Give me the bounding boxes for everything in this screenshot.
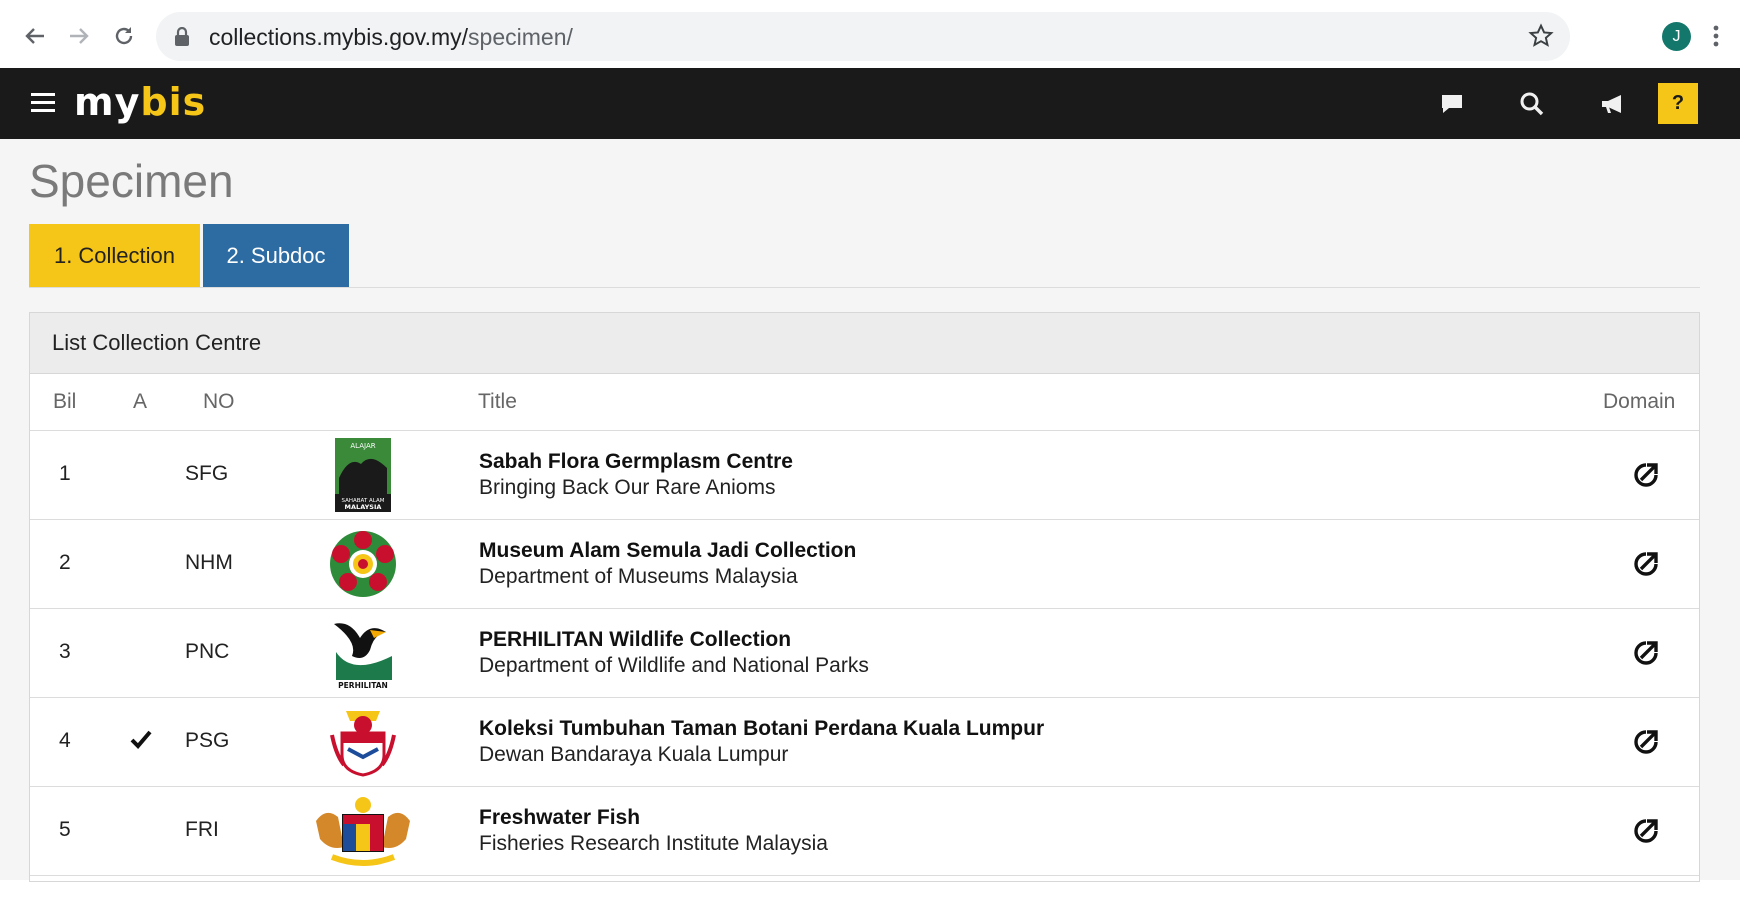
check-icon bbox=[130, 730, 152, 749]
row-subtitle: Dewan Bandaraya Kuala Lumpur bbox=[479, 743, 789, 766]
profile-avatar[interactable]: J bbox=[1662, 22, 1691, 51]
app-header: mybis ? bbox=[0, 68, 1740, 139]
logo-text: PERHILITAN bbox=[338, 681, 388, 690]
table-row[interactable]: 5 FRI Freshwater Fish Fisheries Research… bbox=[30, 787, 1699, 876]
url-text: collections.mybis.gov.my/specimen/ bbox=[209, 24, 573, 50]
collection-panel: List Collection Centre Bil A NO Title Do… bbox=[29, 312, 1700, 882]
open-domain-icon[interactable] bbox=[1630, 637, 1662, 669]
help-button[interactable]: ? bbox=[1658, 83, 1698, 124]
search-button[interactable] bbox=[1516, 88, 1548, 120]
perhilitan-logo: PERHILITAN bbox=[308, 614, 418, 692]
jabatan-muzium-logo bbox=[308, 525, 418, 603]
tab-bar: 1. Collection 2. Subdoc bbox=[29, 224, 1700, 288]
row-bil: 5 bbox=[59, 818, 71, 841]
table-row[interactable]: 2 NHM Museum Alam Semula Jadi Collection… bbox=[30, 520, 1699, 609]
table-row[interactable]: 3 PNC PERHILITAN PERHILITAN Wildlife Col… bbox=[30, 609, 1699, 698]
megaphone-icon bbox=[1602, 95, 1621, 113]
row-title: Koleksi Tumbuhan Taman Botani Perdana Ku… bbox=[479, 717, 1045, 740]
row-code: NHM bbox=[185, 551, 233, 574]
browser-chrome: collections.mybis.gov.my/specimen/ J bbox=[0, 0, 1740, 68]
table-header: Bil A NO Title Domain bbox=[30, 374, 1699, 431]
mybis-logo[interactable]: mybis bbox=[74, 80, 206, 124]
row-code: PSG bbox=[185, 729, 230, 752]
tab-subdoc[interactable]: 2. Subdoc bbox=[203, 224, 349, 287]
dbkl-crest-logo bbox=[308, 703, 418, 781]
table-row[interactable]: 4 PSG Koleksi Tumbuhan Taman Botani Perd… bbox=[30, 698, 1699, 787]
arrow-left-icon bbox=[25, 28, 44, 44]
sahabat-alam-malaysia-logo: ALAJAR SAHABAT ALAM MALAYSIA bbox=[308, 436, 418, 514]
column-header-title: Title bbox=[478, 390, 517, 413]
row-subtitle: Department of Wildlife and National Park… bbox=[479, 654, 869, 677]
malaysia-coat-of-arms-logo bbox=[308, 792, 418, 870]
column-header-no: NO bbox=[203, 390, 235, 413]
row-bil: 1 bbox=[59, 462, 71, 485]
address-bar[interactable]: collections.mybis.gov.my/specimen/ bbox=[156, 12, 1570, 61]
row-bil: 4 bbox=[59, 729, 71, 752]
row-code: SFG bbox=[185, 462, 229, 485]
column-header-bil: Bil bbox=[53, 390, 77, 413]
search-icon bbox=[1520, 92, 1544, 116]
logo-text: ALAJAR bbox=[350, 442, 375, 450]
row-subtitle: Fisheries Research Institute Malaysia bbox=[479, 832, 828, 855]
back-button[interactable] bbox=[17, 18, 53, 54]
table-row[interactable]: 1 SFG ALAJAR SAHABAT ALAM MALAYSIA Sabah… bbox=[30, 431, 1699, 520]
menu-icon[interactable] bbox=[31, 93, 55, 113]
row-code: FRI bbox=[185, 818, 219, 841]
column-header-domain: Domain bbox=[1603, 390, 1676, 413]
chat-button[interactable] bbox=[1436, 88, 1468, 120]
forward-button[interactable] bbox=[61, 18, 97, 54]
column-header-a: A bbox=[133, 390, 148, 413]
main-content: Specimen 1. Collection 2. Subdoc List Co… bbox=[0, 139, 1740, 882]
more-vert-icon bbox=[1713, 25, 1719, 47]
panel-heading: List Collection Centre bbox=[30, 313, 1699, 374]
logo-text: MALAYSIA bbox=[345, 503, 382, 511]
lock-icon bbox=[175, 27, 189, 46]
row-subtitle: Department of Museums Malaysia bbox=[479, 565, 798, 588]
reload-button[interactable] bbox=[106, 18, 142, 54]
tab-collection[interactable]: 1. Collection bbox=[29, 224, 200, 287]
row-title: Freshwater Fish bbox=[479, 806, 641, 829]
open-domain-icon[interactable] bbox=[1630, 726, 1662, 758]
arrow-right-icon bbox=[70, 28, 89, 44]
open-domain-icon[interactable] bbox=[1630, 459, 1662, 491]
row-title: PERHILITAN Wildlife Collection bbox=[479, 628, 792, 651]
browser-menu-button[interactable] bbox=[1706, 20, 1726, 52]
star-icon[interactable] bbox=[1528, 23, 1554, 49]
row-title: Sabah Flora Germplasm Centre bbox=[479, 450, 793, 473]
row-bil: 3 bbox=[59, 640, 71, 663]
page-title: Specimen bbox=[29, 155, 234, 207]
row-title: Museum Alam Semula Jadi Collection bbox=[479, 539, 857, 562]
row-code: PNC bbox=[185, 640, 230, 663]
open-domain-icon[interactable] bbox=[1630, 548, 1662, 580]
row-bil: 2 bbox=[59, 551, 71, 574]
chat-icon bbox=[1442, 95, 1462, 113]
reload-icon bbox=[115, 27, 133, 45]
row-subtitle: Bringing Back Our Rare Anioms bbox=[479, 476, 776, 499]
announcement-button[interactable] bbox=[1597, 88, 1629, 120]
open-domain-icon[interactable] bbox=[1630, 815, 1662, 847]
